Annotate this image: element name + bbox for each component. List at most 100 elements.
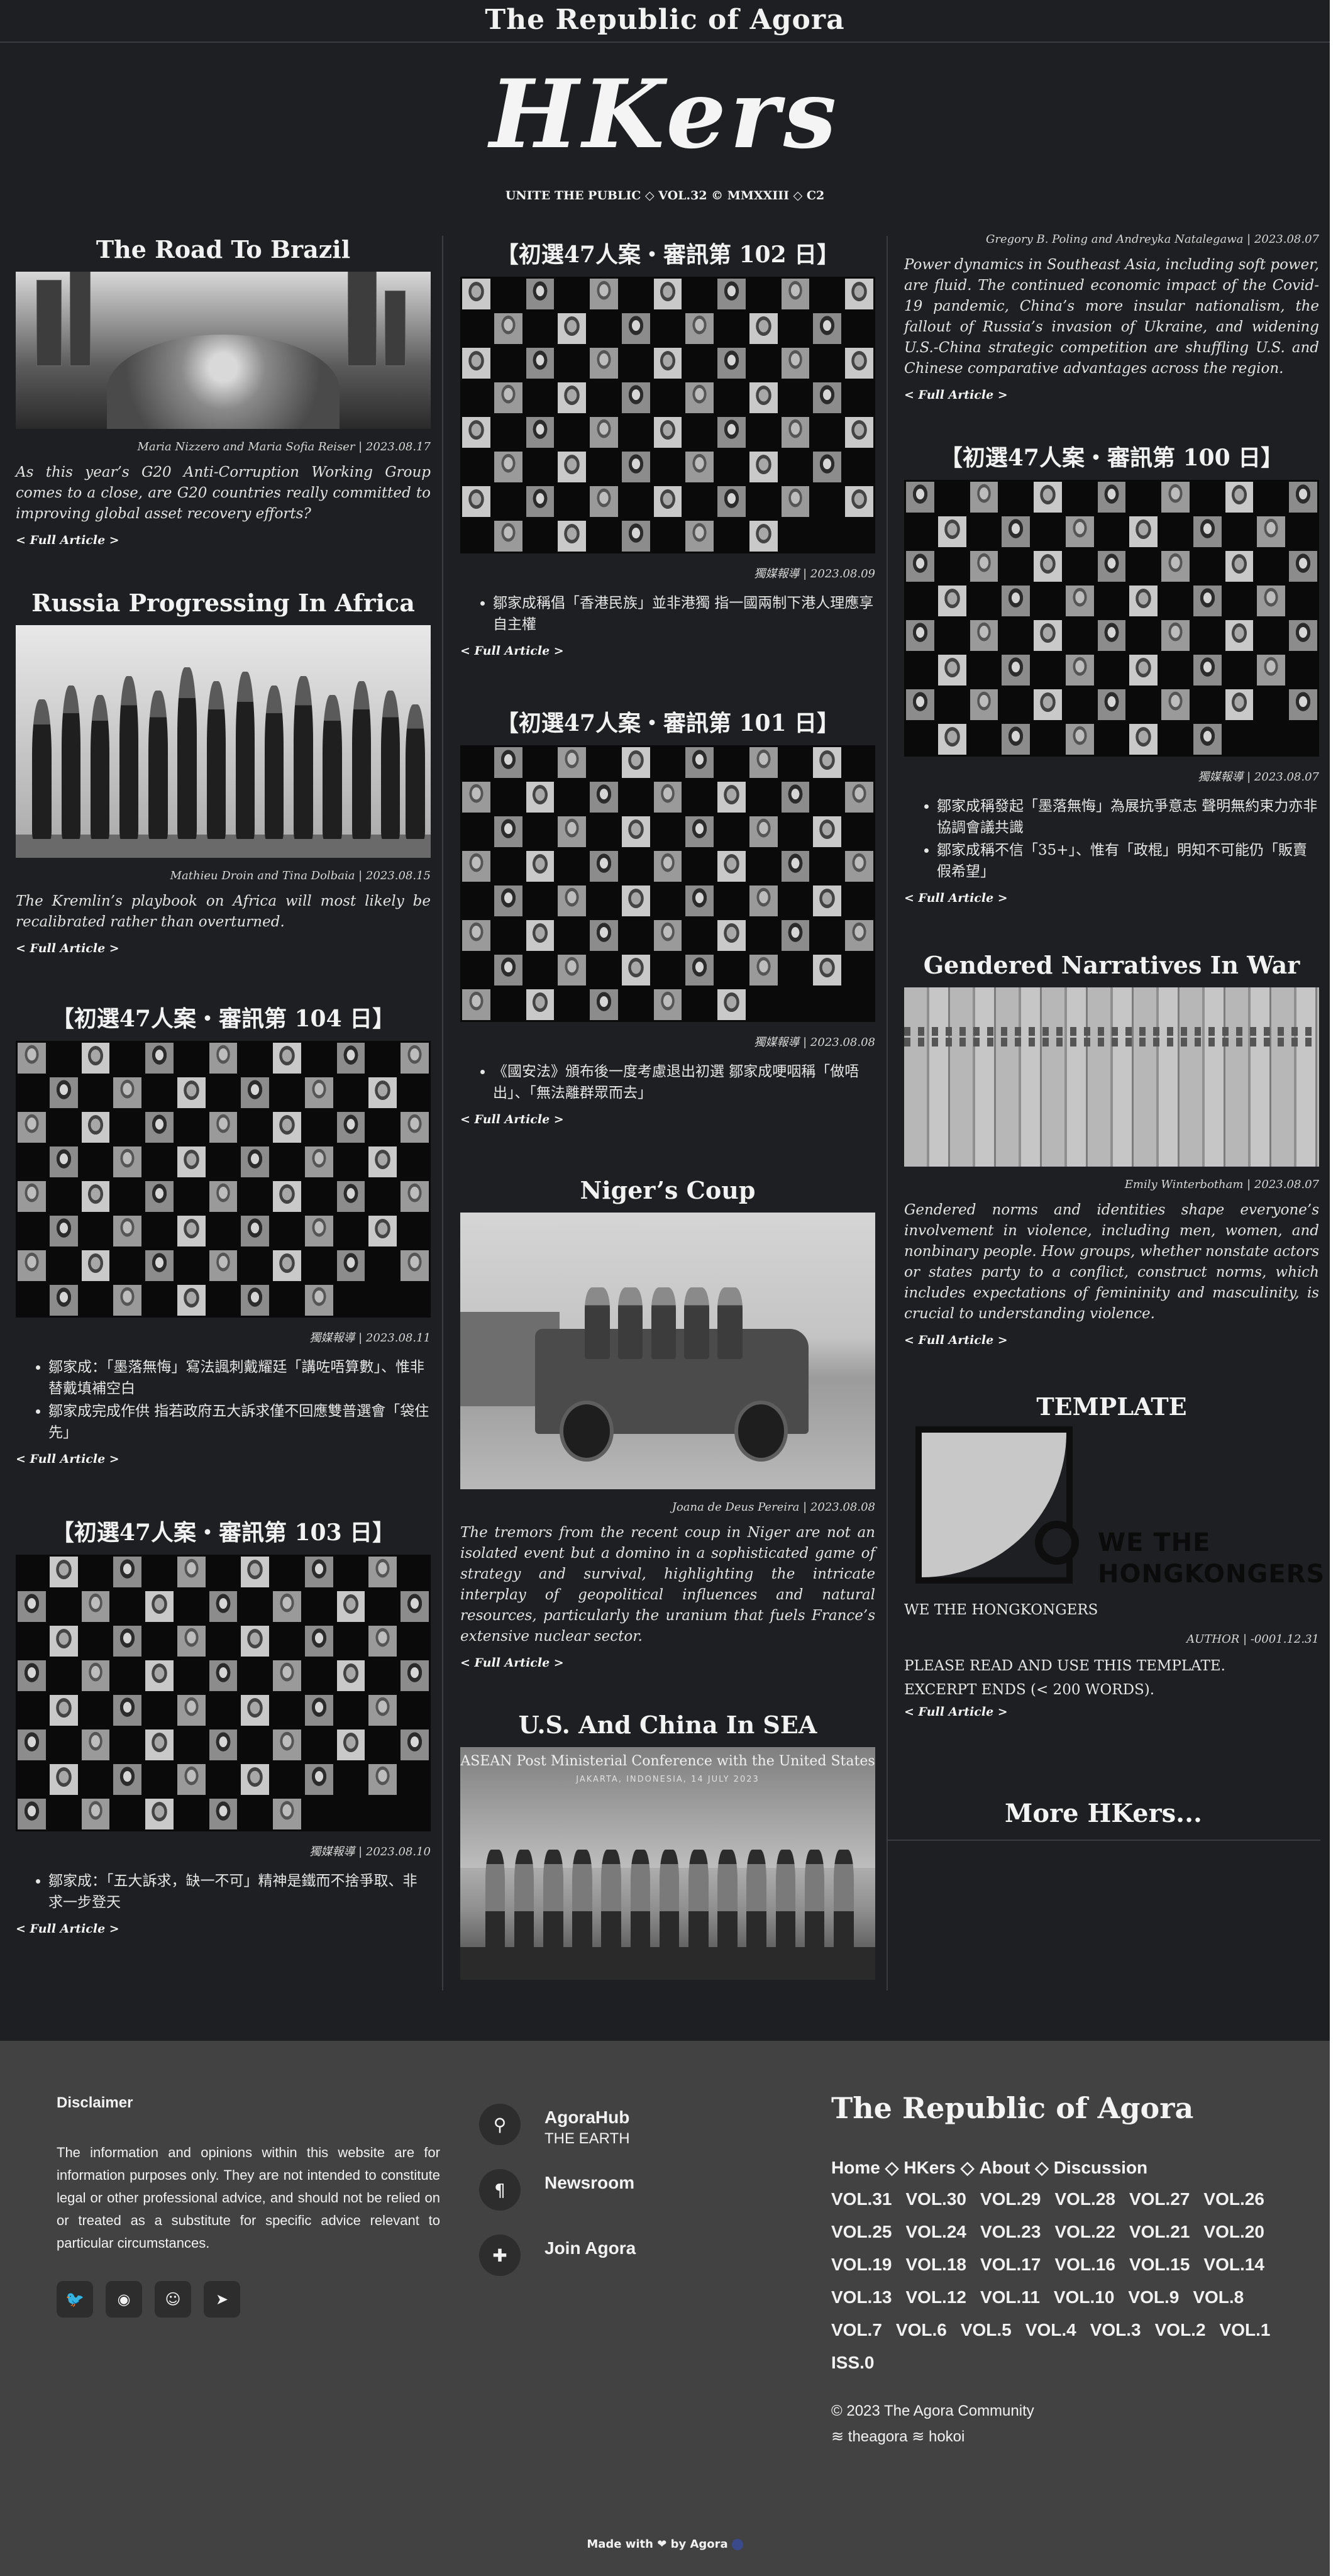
full-article-link[interactable]: < Full Article >: [904, 388, 1319, 402]
article-image[interactable]: [904, 987, 1319, 1167]
article-image[interactable]: [16, 1555, 431, 1831]
volume-link[interactable]: VOL.2: [1155, 2318, 1206, 2343]
grid-gap-cell: [651, 380, 684, 415]
volume-link[interactable]: VOL.20: [1203, 2219, 1264, 2245]
volume-link[interactable]: VOL.7: [831, 2318, 882, 2343]
volume-link[interactable]: VOL.18: [905, 2252, 966, 2277]
article-title[interactable]: 【初選47人案・審訊第 102 日】: [460, 239, 875, 270]
full-article-link[interactable]: < Full Article >: [16, 1922, 431, 1936]
grid-gap-cell: [811, 415, 844, 450]
grid-gap-cell: [619, 484, 652, 519]
volume-link[interactable]: VOL.1: [1220, 2318, 1271, 2343]
volume-link[interactable]: VOL.13: [831, 2285, 892, 2310]
portrait-cell: [1095, 618, 1128, 653]
volume-link[interactable]: VOL.6: [896, 2318, 947, 2343]
article-excerpt: The Kremlin’s playbook on Africa will mo…: [16, 893, 431, 930]
article-image[interactable]: ASEAN Post Ministerial Conference with t…: [460, 1747, 875, 1980]
telegram-icon[interactable]: ➤: [204, 2281, 240, 2318]
footer-brand[interactable]: The Republic of Agora: [831, 2091, 1193, 2125]
grid-gap-cell: [399, 1214, 431, 1248]
full-article-link[interactable]: < Full Article >: [16, 1452, 431, 1466]
full-article-link[interactable]: < Full Article >: [904, 1705, 1319, 1719]
portrait-cell: [399, 1041, 431, 1075]
article-title[interactable]: 【初選47人案・審訊第 101 日】: [460, 708, 875, 739]
article-image[interactable]: [460, 277, 875, 553]
full-article-link[interactable]: < Full Article >: [904, 1333, 1319, 1347]
volume-link[interactable]: VOL.9: [1128, 2285, 1179, 2310]
volume-link[interactable]: VOL.28: [1054, 2187, 1115, 2212]
github-icon[interactable]: ◉: [106, 2281, 142, 2318]
full-article-link[interactable]: < Full Article >: [904, 891, 1319, 905]
article-title[interactable]: 【初選47人案・審訊第 104 日】: [16, 1003, 431, 1035]
volume-link[interactable]: VOL.24: [905, 2219, 966, 2245]
volume-link[interactable]: VOL.30: [905, 2187, 966, 2212]
grid-gap-cell: [779, 745, 812, 780]
full-article-link[interactable]: < Full Article >: [460, 644, 875, 658]
article-image[interactable]: [904, 480, 1319, 757]
article-image[interactable]: WE THE HONGKONGERS: [915, 1426, 1324, 1590]
grid-gap-cell: [47, 1110, 80, 1145]
article-title[interactable]: TEMPLATE: [904, 1391, 1319, 1423]
volume-link[interactable]: VOL.4: [1025, 2318, 1076, 2343]
image-person: [90, 695, 110, 840]
article-title[interactable]: Gendered Narratives In War: [904, 950, 1319, 981]
volume-link[interactable]: VOL.23: [980, 2219, 1041, 2245]
volume-link[interactable]: VOL.3: [1090, 2318, 1141, 2343]
reddit-icon[interactable]: ☺: [155, 2281, 191, 2318]
grid-gap-cell: [143, 1283, 175, 1318]
article-image[interactable]: [16, 625, 431, 858]
article-title[interactable]: U.S. And China In SEA: [460, 1709, 875, 1741]
grid-gap-cell: [367, 1589, 399, 1624]
portrait-cell: [651, 780, 684, 814]
full-article-link[interactable]: < Full Article >: [16, 533, 431, 547]
portrait-cell: [334, 1658, 367, 1693]
nav-discussion[interactable]: Discussion: [1054, 2158, 1147, 2177]
volume-link[interactable]: ISS.0: [831, 2350, 874, 2375]
article-image[interactable]: [16, 1041, 431, 1318]
portrait-cell: [683, 311, 716, 346]
full-article-link[interactable]: < Full Article >: [460, 1113, 875, 1126]
volume-link[interactable]: VOL.14: [1203, 2252, 1264, 2277]
volume-link[interactable]: VOL.16: [1054, 2252, 1115, 2277]
full-article-link[interactable]: < Full Article >: [460, 1656, 875, 1670]
portrait-cell: [716, 918, 748, 953]
portrait-cell: [651, 346, 684, 380]
image-person: [834, 1849, 854, 1952]
volume-link[interactable]: VOL.12: [905, 2285, 966, 2310]
volume-link[interactable]: VOL.19: [831, 2252, 892, 2277]
article-title[interactable]: 【初選47人案・審訊第 103 日】: [16, 1517, 431, 1548]
article-title[interactable]: The Road To Brazil: [16, 234, 431, 265]
volume-link[interactable]: VOL.29: [980, 2187, 1041, 2212]
nav-about[interactable]: About: [979, 2158, 1030, 2177]
volume-link[interactable]: VOL.11: [980, 2285, 1040, 2310]
volume-link[interactable]: VOL.5: [961, 2318, 1012, 2343]
volume-link[interactable]: VOL.10: [1054, 2285, 1114, 2310]
masthead-logo[interactable]: HKers: [0, 58, 1330, 171]
article-image[interactable]: [460, 1213, 875, 1489]
grid-gap-cell: [747, 484, 780, 519]
nav-hkers[interactable]: HKers: [904, 2158, 955, 2177]
volume-link[interactable]: VOL.22: [1054, 2219, 1115, 2245]
volume-link[interactable]: VOL.26: [1203, 2187, 1264, 2212]
volume-link[interactable]: VOL.8: [1193, 2285, 1244, 2310]
article-title[interactable]: 【初選47人案・審訊第 100 日】: [904, 442, 1319, 474]
article-title[interactable]: Niger’s Coup: [460, 1175, 875, 1206]
grid-gap-cell: [460, 311, 492, 346]
portrait-cell: [79, 1110, 112, 1145]
grid-gap-cell: [619, 415, 652, 450]
article-title[interactable]: Russia Progressing In Africa: [16, 587, 431, 619]
full-article-link[interactable]: < Full Article >: [16, 941, 431, 955]
article-image[interactable]: [460, 745, 875, 1022]
more-hkers-link[interactable]: More HKers...: [887, 1799, 1320, 1841]
volume-link[interactable]: VOL.15: [1129, 2252, 1190, 2277]
volume-link[interactable]: VOL.27: [1129, 2187, 1190, 2212]
twitter-icon[interactable]: 🐦: [57, 2281, 93, 2318]
site-title[interactable]: The Republic of Agora: [0, 0, 1330, 43]
volume-link[interactable]: VOL.31: [831, 2187, 892, 2212]
volume-link[interactable]: VOL.21: [1129, 2219, 1190, 2245]
volume-link[interactable]: VOL.25: [831, 2219, 892, 2245]
article-image[interactable]: [16, 272, 431, 429]
nav-home[interactable]: Home: [831, 2158, 880, 2177]
volume-link[interactable]: VOL.17: [980, 2252, 1041, 2277]
copyright: © 2023 The Agora Community: [831, 2402, 1034, 2419]
